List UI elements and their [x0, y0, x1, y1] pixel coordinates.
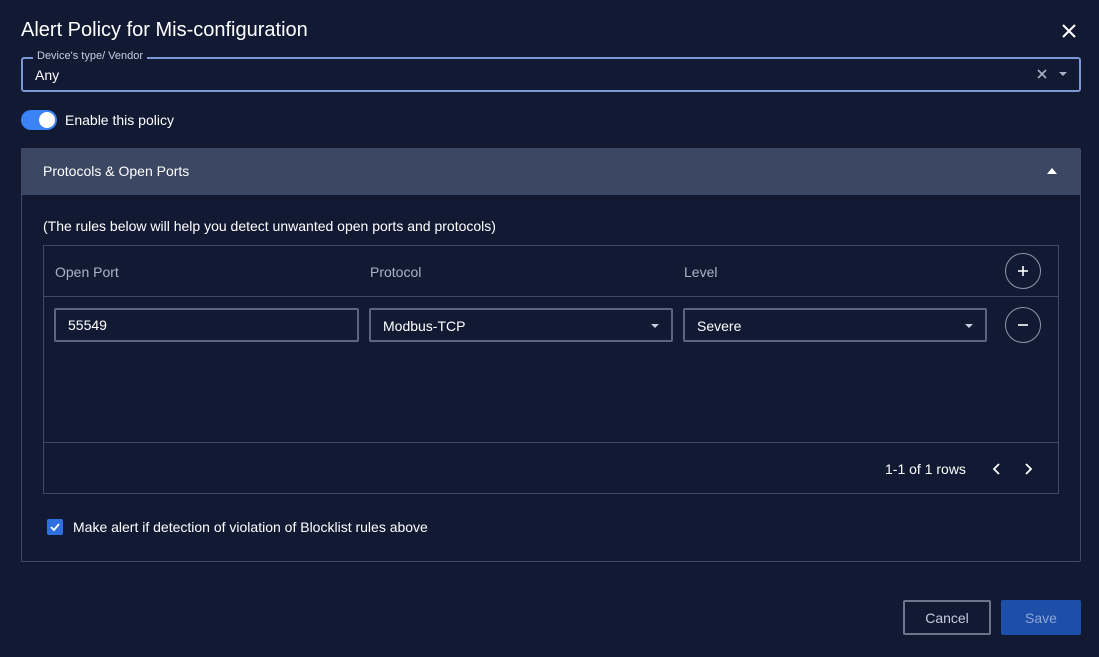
- check-icon: [50, 523, 60, 532]
- enable-policy-label: Enable this policy: [65, 112, 174, 128]
- column-header-level: Level: [684, 264, 718, 280]
- vendor-input[interactable]: [35, 67, 985, 83]
- close-button[interactable]: [1058, 20, 1080, 42]
- alert-policy-dialog: Alert Policy for Mis-configuration Devic…: [0, 0, 1099, 657]
- save-button[interactable]: Save: [1001, 600, 1081, 635]
- open-port-input[interactable]: [54, 308, 359, 342]
- clear-icon[interactable]: [1035, 67, 1049, 81]
- remove-rule-button[interactable]: [1005, 307, 1041, 343]
- enable-policy-toggle[interactable]: [21, 110, 57, 130]
- blocklist-checkbox[interactable]: [47, 519, 63, 535]
- protocols-panel-header[interactable]: Protocols & Open Ports: [22, 149, 1080, 195]
- table-divider: [44, 442, 1058, 443]
- pagination-text: 1-1 of 1 rows: [885, 461, 966, 477]
- plus-icon: [1018, 266, 1028, 276]
- chevron-down-icon[interactable]: [1057, 68, 1069, 80]
- add-rule-button[interactable]: [1005, 253, 1041, 289]
- column-header-protocol: Protocol: [370, 264, 422, 280]
- panel-description: (The rules below will help you detect un…: [43, 218, 496, 234]
- toggle-knob: [39, 112, 55, 128]
- protocol-select[interactable]: Modbus-TCP: [369, 308, 673, 342]
- cancel-button[interactable]: Cancel: [903, 600, 991, 635]
- chevron-left-icon[interactable]: [990, 461, 1004, 477]
- protocol-value: Modbus-TCP: [383, 318, 466, 334]
- minus-icon: [1018, 324, 1028, 326]
- caret-up-icon: [1047, 168, 1057, 174]
- column-header-open-port: Open Port: [55, 264, 119, 280]
- panel-title: Protocols & Open Ports: [43, 163, 190, 179]
- vendor-label: Device's type/ Vendor: [33, 50, 148, 62]
- dialog-title: Alert Policy for Mis-configuration: [21, 19, 308, 41]
- close-icon: [1062, 24, 1076, 38]
- chevron-down-icon: [651, 324, 659, 328]
- level-select[interactable]: Severe: [683, 308, 987, 342]
- chevron-down-icon: [965, 324, 973, 328]
- level-value: Severe: [697, 318, 742, 334]
- vendor-select[interactable]: Device's type/ Vendor: [21, 50, 1081, 92]
- blocklist-checkbox-label: Make alert if detection of violation of …: [73, 519, 428, 535]
- chevron-right-icon[interactable]: [1021, 461, 1035, 477]
- protocols-panel: Protocols & Open Ports (The rules below …: [21, 148, 1081, 562]
- rules-table: Open Port Protocol Level Modbus-TCP Seve…: [43, 245, 1059, 494]
- table-divider: [44, 296, 1058, 297]
